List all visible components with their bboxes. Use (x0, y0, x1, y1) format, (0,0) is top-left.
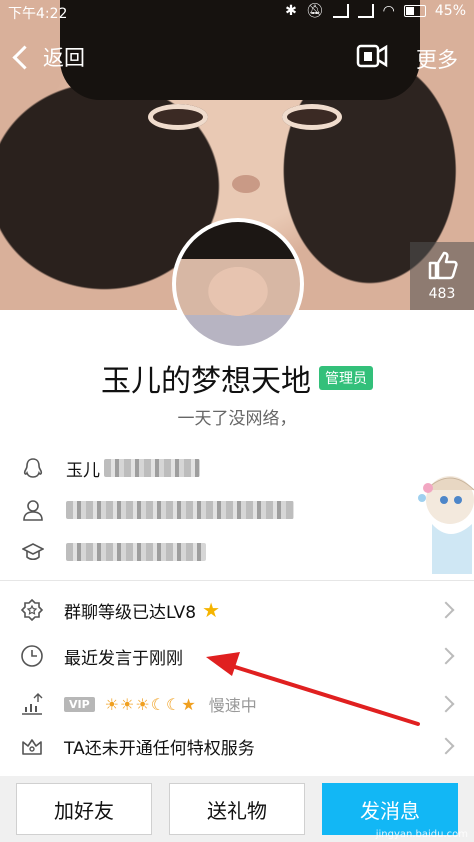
gear-badge-icon (20, 598, 44, 622)
battery-icon (403, 5, 426, 17)
bottom-bar: 加好友 送礼物 发消息 jingyan.baidu.com (0, 776, 474, 842)
chevron-right-icon (437, 601, 455, 619)
avatar-image (176, 222, 300, 346)
like-button[interactable]: 483 (410, 242, 474, 310)
status-icons: ✱ 🔕︎ ◠ 45% (285, 3, 466, 19)
signal-icon-2 (357, 4, 374, 18)
cover-eye-right (282, 104, 342, 130)
chart-icon (22, 693, 43, 715)
thumb-up-icon (428, 251, 458, 280)
bluetooth-icon: ✱ (285, 3, 297, 19)
clock-icon (21, 645, 43, 667)
send-message-button[interactable]: 发消息 (322, 783, 458, 835)
wifi-icon: ◠ (382, 3, 395, 19)
qq-penguin-icon (23, 458, 43, 478)
star-icon: ★ (202, 598, 220, 622)
vip-badge: VIP (64, 696, 95, 712)
profile-name-row: 玉儿的梦想天地 管理员 (0, 356, 474, 400)
video-call-icon[interactable] (356, 42, 388, 70)
more-button[interactable]: 更多 (416, 44, 458, 74)
add-friend-button[interactable]: 加好友 (16, 783, 152, 835)
profile-signature: 一天了没网络， (177, 409, 297, 429)
avatar[interactable] (172, 218, 304, 350)
qq-name-prefix: 玉儿 (66, 460, 100, 481)
cover-eye-left (148, 104, 208, 130)
like-count: 483 (428, 286, 456, 302)
divider (0, 580, 474, 581)
privilege-label: TA还未开通任何特权服务 (64, 738, 255, 759)
privilege-row[interactable]: TA还未开通任何特权服务 (0, 722, 474, 770)
group-level-row[interactable]: 群聊等级已达LV8 ★ (0, 586, 474, 634)
status-time: 下午4:22 (8, 6, 68, 22)
mute-icon: 🔕︎ (305, 3, 324, 19)
level-icons: ☀☀☀☾☾★ (104, 694, 197, 714)
info-person (0, 488, 474, 532)
last-speak-row[interactable]: 最近发言于刚刚 (0, 632, 474, 680)
school-info-blurred (66, 543, 206, 561)
admin-badge: 管理员 (319, 366, 373, 390)
person-info-blurred (66, 501, 294, 519)
person-icon (23, 500, 43, 521)
status-bar: 下午4:22 ✱ 🔕︎ ◠ 45% (0, 0, 474, 24)
back-button[interactable]: 返回 (10, 42, 85, 72)
vip-row[interactable]: VIP ☀☀☀☾☾★ 慢速中 (0, 680, 474, 728)
info-school (0, 530, 474, 574)
qq-name-blurred (104, 459, 200, 477)
send-gift-button[interactable]: 送礼物 (169, 783, 305, 835)
chevron-right-icon (437, 695, 455, 713)
info-qq-name: 玉儿 (0, 446, 474, 490)
cover-nose (232, 175, 260, 193)
watermark: jingyan.baidu.com (375, 829, 468, 840)
crown-icon (22, 739, 42, 755)
last-speak-label: 最近发言于刚刚 (64, 648, 183, 669)
nav-bar: 返回 更多 (0, 30, 474, 86)
chevron-right-icon (437, 737, 455, 755)
graduation-cap-icon (22, 543, 44, 561)
chevron-left-icon (12, 44, 37, 70)
cartoon-sticker (418, 476, 474, 574)
group-level-label: 群聊等级已达LV8 (64, 602, 197, 623)
signal-icon (332, 4, 349, 18)
profile-name: 玉儿的梦想天地 (101, 364, 311, 399)
chevron-right-icon (437, 647, 455, 665)
battery-percent: 45% (434, 3, 466, 19)
vip-speed: 慢速中 (208, 696, 257, 715)
back-label: 返回 (43, 46, 85, 70)
